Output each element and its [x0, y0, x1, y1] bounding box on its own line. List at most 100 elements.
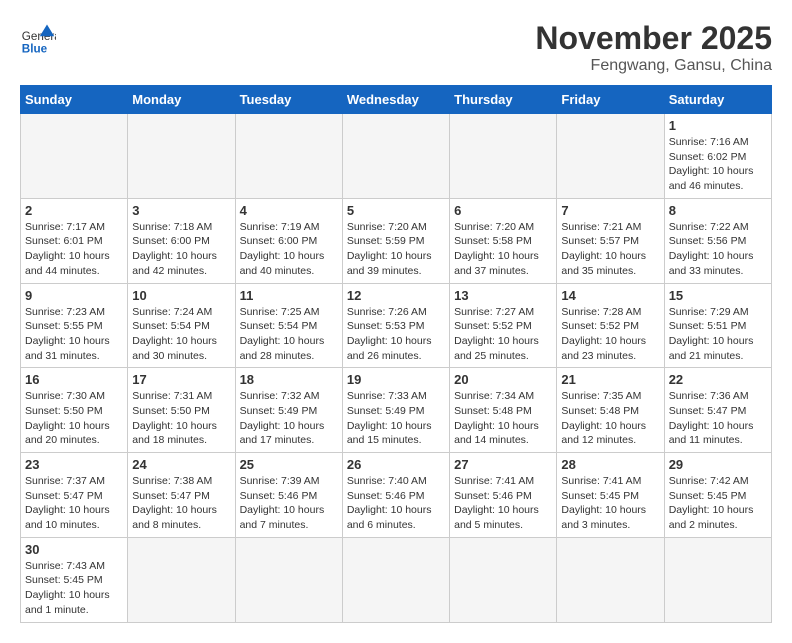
- calendar-week-6: 30Sunrise: 7:43 AM Sunset: 5:45 PM Dayli…: [21, 537, 772, 622]
- calendar-cell: 28Sunrise: 7:41 AM Sunset: 5:45 PM Dayli…: [557, 453, 664, 538]
- calendar-cell: 1 Sunrise: 7:16 AM Sunset: 6:02 PM Daylig…: [664, 114, 771, 199]
- day-number: 22: [669, 372, 767, 387]
- day-info: Sunrise: 7:43 AM Sunset: 5:45 PM Dayligh…: [25, 559, 123, 618]
- day-number: 21: [561, 372, 659, 387]
- weekday-header-row: SundayMondayTuesdayWednesdayThursdayFrid…: [21, 86, 772, 114]
- day-info: Sunrise: 7:27 AM Sunset: 5:52 PM Dayligh…: [454, 305, 552, 364]
- calendar-cell: 26 Sunrise: 7:40 AM Sunset: 5:46 PM Dayli…: [342, 453, 449, 538]
- calendar-cell: 10 Sunrise: 7:24 AM Sunset: 5:54 PM Dayli…: [128, 283, 235, 368]
- calendar-cell: 19Sunrise: 7:33 AM Sunset: 5:49 PM Dayli…: [342, 368, 449, 453]
- day-info: Sunrise: 7:42 AM Sunset: 5:45 PM Dayligh…: [669, 474, 767, 533]
- calendar-week-5: 23 Sunrise: 7:37 AM Sunset: 5:47 PM Dayli…: [21, 453, 772, 538]
- day-info: Sunrise: 7:19 AM Sunset: 6:00 PM Dayligh…: [240, 220, 338, 279]
- day-number: 17: [132, 372, 230, 387]
- calendar-cell: 15 Sunrise: 7:29 AM Sunset: 5:51 PM Dayli…: [664, 283, 771, 368]
- day-info: Sunrise: 7:20 AM Sunset: 5:59 PM Dayligh…: [347, 220, 445, 279]
- calendar-cell: 2 Sunrise: 7:17 AM Sunset: 6:01 PM Daylig…: [21, 198, 128, 283]
- day-info: Sunrise: 7:40 AM Sunset: 5:46 PM Dayligh…: [347, 474, 445, 533]
- day-number: 1: [669, 118, 767, 133]
- calendar-cell: 6 Sunrise: 7:20 AM Sunset: 5:58 PM Daylig…: [450, 198, 557, 283]
- svg-text:Blue: Blue: [22, 42, 48, 55]
- calendar-cell: 30Sunrise: 7:43 AM Sunset: 5:45 PM Dayli…: [21, 537, 128, 622]
- calendar-cell: [235, 537, 342, 622]
- day-info: Sunrise: 7:39 AM Sunset: 5:46 PM Dayligh…: [240, 474, 338, 533]
- weekday-monday: Monday: [128, 86, 235, 114]
- day-info: Sunrise: 7:38 AM Sunset: 5:47 PM Dayligh…: [132, 474, 230, 533]
- location-title: Fengwang, Gansu, China: [535, 57, 772, 75]
- day-info: Sunrise: 7:24 AM Sunset: 5:54 PM Dayligh…: [132, 305, 230, 364]
- day-info: Sunrise: 7:18 AM Sunset: 6:00 PM Dayligh…: [132, 220, 230, 279]
- calendar-cell: 16Sunrise: 7:30 AM Sunset: 5:50 PM Dayli…: [21, 368, 128, 453]
- calendar-week-3: 9 Sunrise: 7:23 AM Sunset: 5:55 PM Daylig…: [21, 283, 772, 368]
- day-info: Sunrise: 7:32 AM Sunset: 5:49 PM Dayligh…: [240, 389, 338, 448]
- day-number: 6: [454, 203, 552, 218]
- day-number: 25: [240, 457, 338, 472]
- day-info: Sunrise: 7:23 AM Sunset: 5:55 PM Dayligh…: [25, 305, 123, 364]
- day-info: Sunrise: 7:22 AM Sunset: 5:56 PM Dayligh…: [669, 220, 767, 279]
- day-info: Sunrise: 7:41 AM Sunset: 5:46 PM Dayligh…: [454, 474, 552, 533]
- day-number: 14: [561, 288, 659, 303]
- calendar-week-4: 16Sunrise: 7:30 AM Sunset: 5:50 PM Dayli…: [21, 368, 772, 453]
- calendar-cell: 29 Sunrise: 7:42 AM Sunset: 5:45 PM Dayli…: [664, 453, 771, 538]
- day-number: 12: [347, 288, 445, 303]
- day-number: 27: [454, 457, 552, 472]
- calendar-cell: 9 Sunrise: 7:23 AM Sunset: 5:55 PM Daylig…: [21, 283, 128, 368]
- calendar-cell: [342, 114, 449, 199]
- weekday-wednesday: Wednesday: [342, 86, 449, 114]
- day-info: Sunrise: 7:17 AM Sunset: 6:01 PM Dayligh…: [25, 220, 123, 279]
- title-area: November 2025 Fengwang, Gansu, China: [535, 20, 772, 75]
- calendar-cell: 3Sunrise: 7:18 AM Sunset: 6:00 PM Daylig…: [128, 198, 235, 283]
- weekday-thursday: Thursday: [450, 86, 557, 114]
- day-info: Sunrise: 7:31 AM Sunset: 5:50 PM Dayligh…: [132, 389, 230, 448]
- day-number: 7: [561, 203, 659, 218]
- day-number: 11: [240, 288, 338, 303]
- day-info: Sunrise: 7:21 AM Sunset: 5:57 PM Dayligh…: [561, 220, 659, 279]
- day-info: Sunrise: 7:41 AM Sunset: 5:45 PM Dayligh…: [561, 474, 659, 533]
- logo: General Blue: [20, 20, 56, 56]
- day-number: 20: [454, 372, 552, 387]
- calendar-cell: 22 Sunrise: 7:36 AM Sunset: 5:47 PM Dayli…: [664, 368, 771, 453]
- day-number: 15: [669, 288, 767, 303]
- weekday-saturday: Saturday: [664, 86, 771, 114]
- day-number: 8: [669, 203, 767, 218]
- calendar-cell: 12 Sunrise: 7:26 AM Sunset: 5:53 PM Dayli…: [342, 283, 449, 368]
- calendar-cell: 11Sunrise: 7:25 AM Sunset: 5:54 PM Dayli…: [235, 283, 342, 368]
- day-info: Sunrise: 7:26 AM Sunset: 5:53 PM Dayligh…: [347, 305, 445, 364]
- calendar-week-2: 2 Sunrise: 7:17 AM Sunset: 6:01 PM Daylig…: [21, 198, 772, 283]
- calendar-cell: [128, 114, 235, 199]
- day-info: Sunrise: 7:35 AM Sunset: 5:48 PM Dayligh…: [561, 389, 659, 448]
- calendar-cell: [235, 114, 342, 199]
- weekday-sunday: Sunday: [21, 86, 128, 114]
- day-info: Sunrise: 7:36 AM Sunset: 5:47 PM Dayligh…: [669, 389, 767, 448]
- calendar-cell: [664, 537, 771, 622]
- day-number: 26: [347, 457, 445, 472]
- calendar-cell: [450, 537, 557, 622]
- day-number: 29: [669, 457, 767, 472]
- day-info: Sunrise: 7:29 AM Sunset: 5:51 PM Dayligh…: [669, 305, 767, 364]
- logo-icon: General Blue: [20, 20, 56, 56]
- calendar-cell: [128, 537, 235, 622]
- day-info: Sunrise: 7:34 AM Sunset: 5:48 PM Dayligh…: [454, 389, 552, 448]
- calendar-cell: 21 Sunrise: 7:35 AM Sunset: 5:48 PM Dayli…: [557, 368, 664, 453]
- day-number: 23: [25, 457, 123, 472]
- calendar-cell: [450, 114, 557, 199]
- calendar-cell: 20 Sunrise: 7:34 AM Sunset: 5:48 PM Dayli…: [450, 368, 557, 453]
- day-number: 4: [240, 203, 338, 218]
- day-number: 24: [132, 457, 230, 472]
- day-info: Sunrise: 7:20 AM Sunset: 5:58 PM Dayligh…: [454, 220, 552, 279]
- calendar-cell: 13Sunrise: 7:27 AM Sunset: 5:52 PM Dayli…: [450, 283, 557, 368]
- calendar-cell: 5Sunrise: 7:20 AM Sunset: 5:59 PM Daylig…: [342, 198, 449, 283]
- day-info: Sunrise: 7:28 AM Sunset: 5:52 PM Dayligh…: [561, 305, 659, 364]
- calendar-cell: 27 Sunrise: 7:41 AM Sunset: 5:46 PM Dayli…: [450, 453, 557, 538]
- day-number: 10: [132, 288, 230, 303]
- day-number: 2: [25, 203, 123, 218]
- calendar-cell: [557, 114, 664, 199]
- header: General Blue November 2025 Fengwang, Gan…: [20, 20, 772, 75]
- day-info: Sunrise: 7:16 AM Sunset: 6:02 PM Dayligh…: [669, 135, 767, 194]
- day-number: 9: [25, 288, 123, 303]
- calendar-cell: [557, 537, 664, 622]
- day-info: Sunrise: 7:37 AM Sunset: 5:47 PM Dayligh…: [25, 474, 123, 533]
- day-number: 19: [347, 372, 445, 387]
- calendar: SundayMondayTuesdayWednesdayThursdayFrid…: [20, 85, 772, 623]
- calendar-cell: 4 Sunrise: 7:19 AM Sunset: 6:00 PM Daylig…: [235, 198, 342, 283]
